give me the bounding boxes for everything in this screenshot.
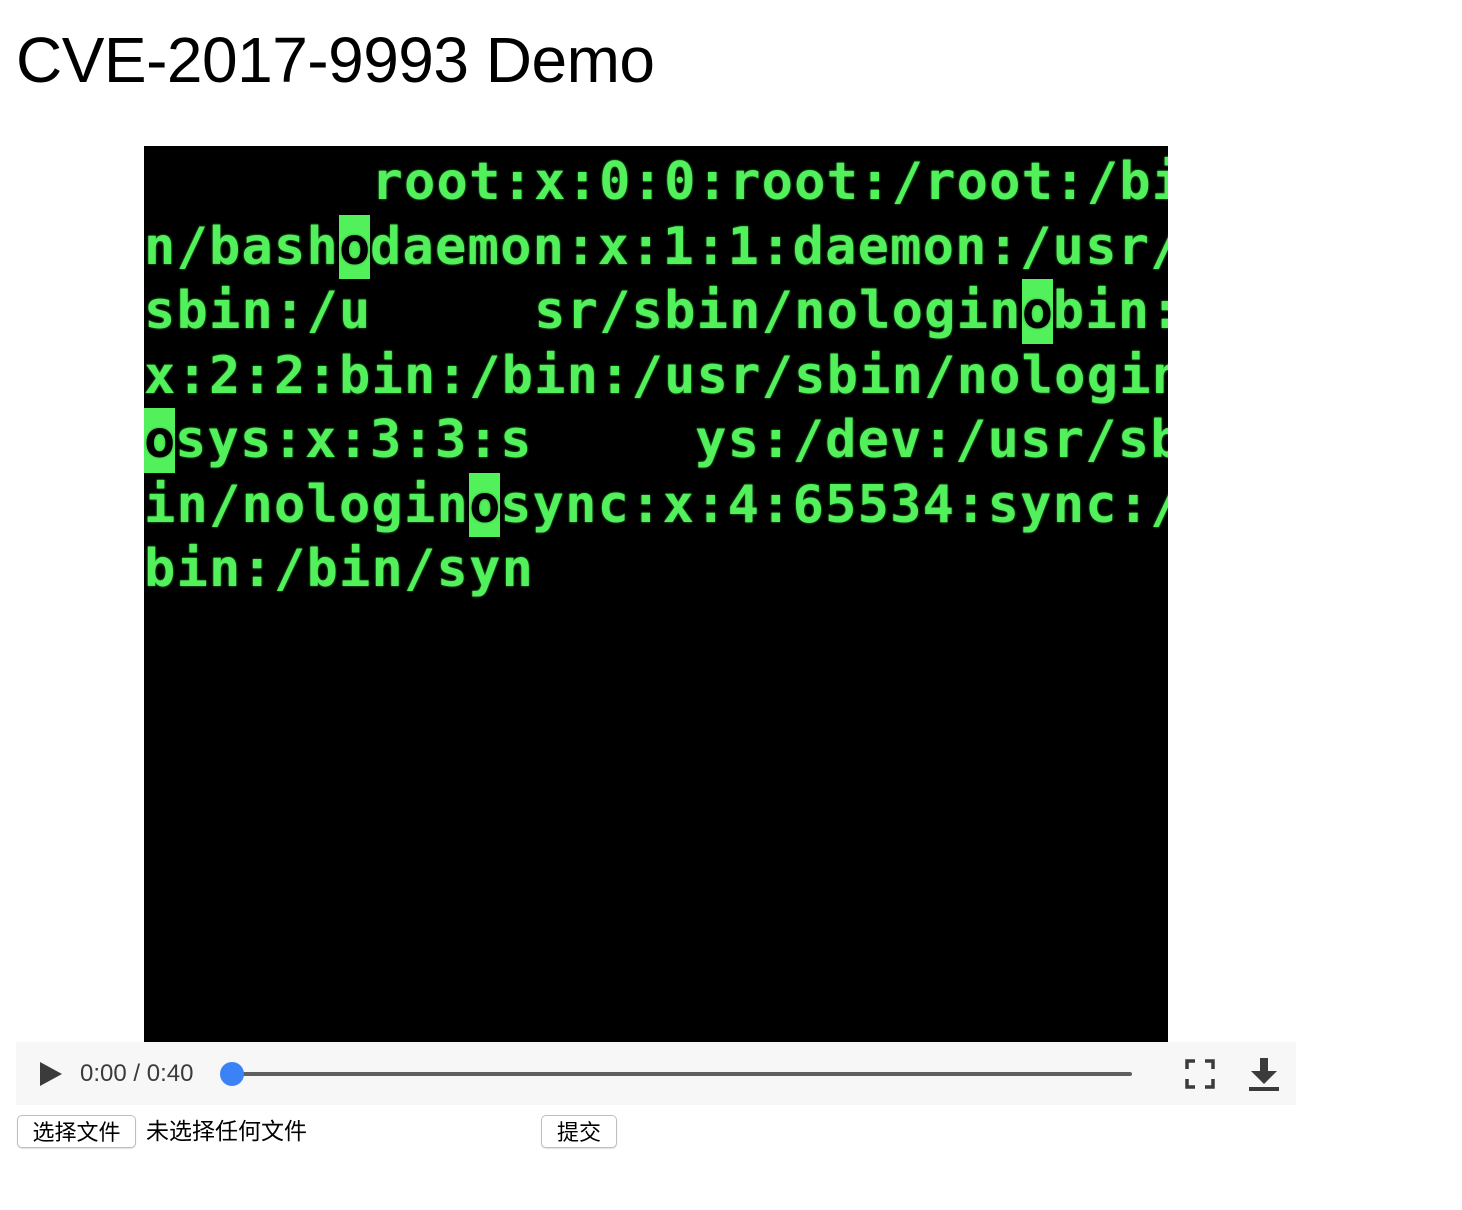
terminal-line: sys:x:3:3:s ys:/dev:/usr/sb (175, 410, 1168, 470)
download-button[interactable] (1246, 1056, 1282, 1092)
progress-slider[interactable] (230, 1072, 1132, 1076)
cursor-block: o (469, 472, 500, 537)
cursor-block: o (144, 408, 175, 473)
terminal-line: in/nologin (144, 474, 470, 535)
fullscreen-icon (1185, 1059, 1215, 1089)
video-controls: 0:00 / 0:40 (16, 1042, 1296, 1105)
submit-button[interactable]: 提交 (541, 1115, 617, 1148)
terminal-output: root:x:0:0:root:/root:/bi n/bashodaemon:… (144, 150, 1168, 602)
play-button[interactable] (36, 1060, 64, 1088)
choose-file-button[interactable]: 选择文件 (17, 1115, 136, 1148)
cursor-block: o (1021, 279, 1053, 344)
fullscreen-button[interactable] (1184, 1058, 1216, 1090)
terminal-line: n/bash (144, 216, 340, 277)
file-status: 未选择任何文件 (146, 1118, 307, 1144)
terminal-line: bin:/bin/syn (144, 539, 535, 599)
terminal-line: daemon:x:1:1:daemon:/usr/ (370, 216, 1168, 277)
terminal-line: x:2:2:bin:/bin:/usr/sbin/nologin (144, 345, 1168, 406)
terminal-line: sbin:/u sr/sbin/nologin (144, 281, 1022, 341)
terminal-line: bin: (1052, 281, 1168, 341)
page-title: CVE-2017-9993 Demo (16, 24, 655, 96)
terminal-line: sync:x:4:65534:sync:/ (500, 474, 1168, 535)
cursor-block: o (339, 214, 370, 279)
download-icon (1249, 1058, 1279, 1091)
time-display: 0:00 / 0:40 (80, 1060, 194, 1087)
progress-thumb[interactable] (220, 1062, 244, 1086)
terminal-line: root:x:0:0:root:/root:/bi (144, 152, 1168, 212)
video-player[interactable]: root:x:0:0:root:/root:/bi n/bashodaemon:… (144, 146, 1168, 1042)
play-icon (40, 1062, 62, 1086)
